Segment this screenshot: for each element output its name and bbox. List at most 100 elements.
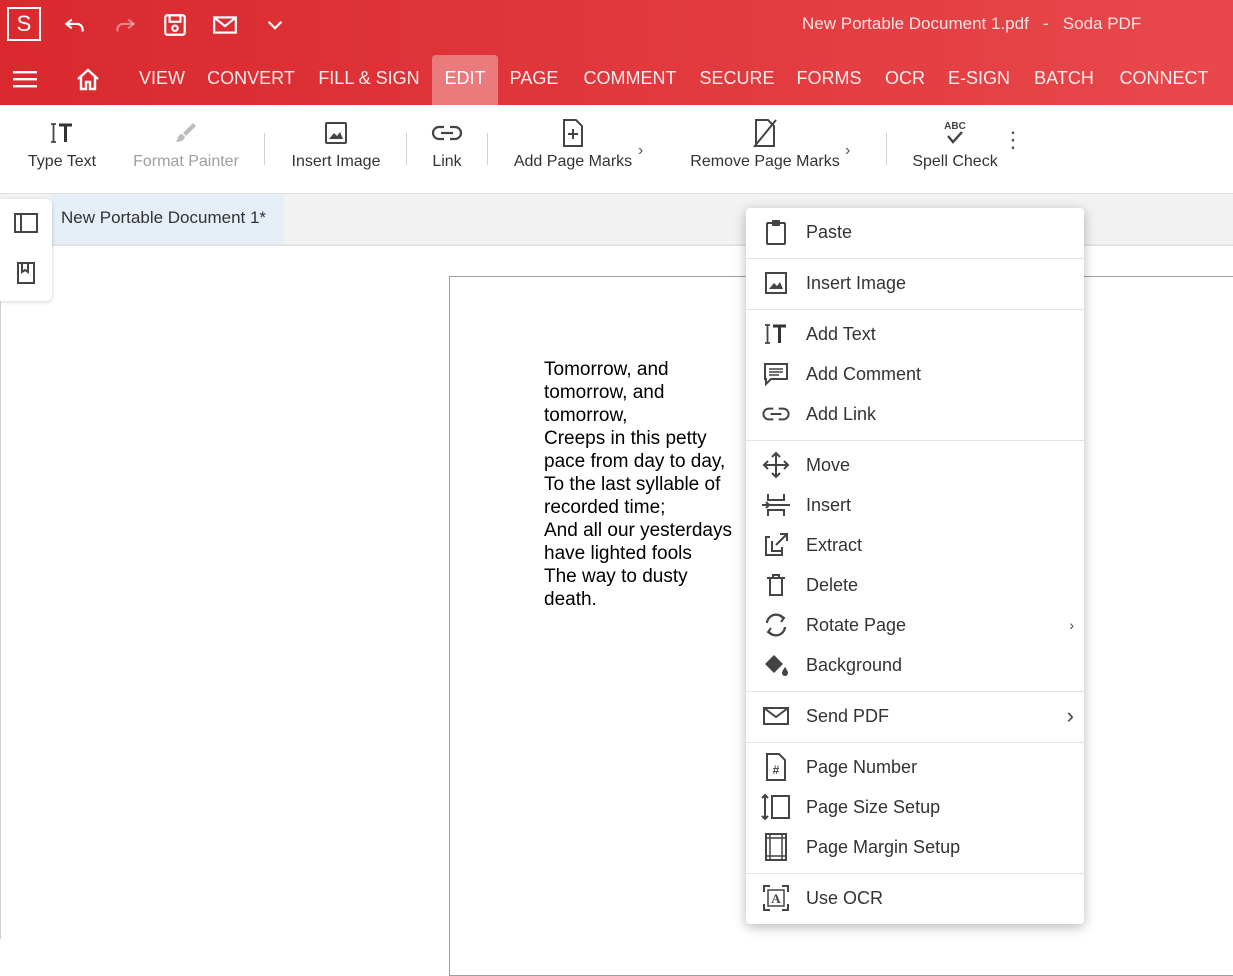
submenu-chevron-icon: › <box>1069 617 1074 633</box>
hamburger-menu-icon[interactable] <box>10 66 40 92</box>
menu-item-add-text[interactable]: Add Text <box>746 314 1084 354</box>
text-line: tomorrow, <box>544 405 628 426</box>
menu-item-delete[interactable]: Delete <box>746 565 1084 605</box>
rotate-icon <box>760 609 792 641</box>
add-page-marks-chevron-icon[interactable]: › <box>638 142 643 160</box>
window-title: New Portable Document 1.pdf - Soda PDF <box>802 14 1142 33</box>
paint-brush-icon <box>173 118 199 148</box>
spell-check-button[interactable]: ABC Spell Check <box>908 105 1002 194</box>
text-line: pace from day to day, <box>544 451 726 472</box>
menu-item-add-link[interactable]: Add Link <box>746 394 1084 434</box>
more-options-icon[interactable]: ⋮ <box>1002 129 1024 151</box>
bookmark-icon[interactable] <box>12 259 40 287</box>
remove-page-marks-button[interactable]: Remove Page Marks <box>688 105 842 194</box>
extract-icon <box>760 529 792 561</box>
spell-check-icon: ABC <box>940 118 970 148</box>
menu-item-insert[interactable]: Insert <box>746 485 1084 525</box>
side-panel <box>0 199 52 301</box>
text-line: Creeps in this petty <box>544 428 707 449</box>
ocr-icon: A <box>760 882 792 914</box>
edit-toolbar: Type Text Format Painter Insert Image Li… <box>0 105 1233 194</box>
menu-divider <box>746 309 1084 310</box>
text-line: tomorrow, and <box>544 382 665 403</box>
tab-forms[interactable]: FORMS <box>791 55 867 105</box>
tab-e-sign[interactable]: E-SIGN <box>943 55 1015 105</box>
format-painter-button[interactable]: Format Painter <box>128 105 244 194</box>
add-page-icon <box>561 118 585 148</box>
mail-icon[interactable] <box>210 10 240 40</box>
comment-icon <box>760 358 792 390</box>
type-text-button[interactable]: Type Text <box>22 105 102 194</box>
sidebar-toggle-icon[interactable] <box>12 209 40 237</box>
remove-page-icon <box>752 118 778 148</box>
svg-text:#: # <box>773 763 780 777</box>
tab-batch[interactable]: BATCH <box>1028 55 1100 105</box>
menu-item-page-number[interactable]: # Page Number <box>746 747 1084 787</box>
link-icon <box>431 118 463 148</box>
text-line: death. <box>544 589 597 610</box>
menu-item-add-comment[interactable]: Add Comment <box>746 354 1084 394</box>
text-line: To the last syllable of <box>544 474 721 495</box>
tab-connect[interactable]: CONNECT <box>1113 55 1215 105</box>
toolbar-divider <box>264 133 265 165</box>
home-icon[interactable] <box>73 66 103 92</box>
svg-text:ABC: ABC <box>944 121 966 132</box>
save-icon[interactable] <box>160 10 190 40</box>
clipboard-icon <box>760 216 792 248</box>
menu-divider <box>746 691 1084 692</box>
insert-image-button[interactable]: Insert Image <box>286 105 386 194</box>
menu-item-page-margin-setup[interactable]: Page Margin Setup <box>746 827 1084 867</box>
paint-bucket-icon <box>760 649 792 681</box>
tab-fill-sign[interactable]: FILL & SIGN <box>312 55 426 105</box>
remove-page-marks-chevron-icon[interactable]: › <box>845 142 850 160</box>
document-tab[interactable]: New Portable Document 1* <box>52 194 284 244</box>
toolbar-divider <box>487 133 488 165</box>
menu-item-rotate-page[interactable]: Rotate Page › <box>746 605 1084 645</box>
trash-icon <box>760 569 792 601</box>
menu-item-insert-image[interactable]: Insert Image <box>746 263 1084 303</box>
tab-edit[interactable]: EDIT <box>432 55 498 105</box>
menu-item-move[interactable]: Move <box>746 445 1084 485</box>
tab-page[interactable]: PAGE <box>504 55 564 105</box>
tab-secure[interactable]: SECURE <box>697 55 777 105</box>
add-text-icon <box>760 318 792 350</box>
link-icon <box>760 398 792 430</box>
redo-icon[interactable] <box>110 10 140 40</box>
type-text-icon <box>49 118 75 148</box>
text-line: The way to dusty <box>544 566 688 587</box>
tab-view[interactable]: VIEW <box>139 55 185 105</box>
image-icon <box>760 267 792 299</box>
menu-item-send-pdf[interactable]: Send PDF › <box>746 696 1084 736</box>
title-bar: S New Portable Document 1.pdf - Soda PDF <box>0 0 1233 52</box>
menu-item-extract[interactable]: Extract <box>746 525 1084 565</box>
link-button[interactable]: Link <box>424 105 470 194</box>
ribbon-tab-bar: VIEW CONVERT FILL & SIGN EDIT PAGE COMME… <box>0 52 1233 105</box>
page-margin-icon <box>760 831 792 863</box>
tab-comment[interactable]: COMMENT <box>578 55 682 105</box>
image-icon <box>323 118 349 148</box>
menu-divider <box>746 258 1084 259</box>
menu-item-use-ocr[interactable]: A Use OCR <box>746 878 1084 918</box>
text-line: Tomorrow, and <box>544 359 669 380</box>
add-page-marks-button[interactable]: Add Page Marks <box>510 105 636 194</box>
page-text-block[interactable]: Tomorrow, and tomorrow, and tomorrow, Creep… <box>544 358 732 611</box>
text-line: And all our yesterdays <box>544 520 732 541</box>
tab-convert[interactable]: CONVERT <box>202 55 300 105</box>
insert-icon <box>760 489 792 521</box>
context-menu: Paste Insert Image Add Text Add Comment … <box>746 208 1084 924</box>
submenu-chevron-icon: › <box>1066 703 1074 728</box>
menu-item-paste[interactable]: Paste <box>746 212 1084 252</box>
menu-item-page-size-setup[interactable]: Page Size Setup <box>746 787 1084 827</box>
chevron-down-icon[interactable] <box>260 10 290 40</box>
text-line: have lighted fools <box>544 543 692 564</box>
menu-divider <box>746 440 1084 441</box>
menu-divider <box>746 742 1084 743</box>
undo-icon[interactable] <box>60 10 90 40</box>
text-line: recorded time; <box>544 497 666 518</box>
toolbar-divider <box>406 133 407 165</box>
mail-icon <box>760 700 792 732</box>
menu-item-background[interactable]: Background <box>746 645 1084 685</box>
tab-ocr[interactable]: OCR <box>881 55 929 105</box>
soda-pdf-logo[interactable]: S <box>7 7 41 41</box>
menu-divider <box>746 873 1084 874</box>
